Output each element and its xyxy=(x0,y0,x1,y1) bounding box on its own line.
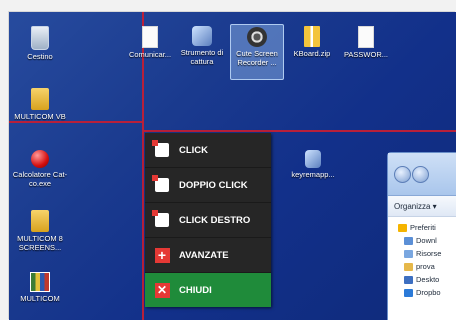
desktop-icon-keyremapp[interactable]: keyremapp... xyxy=(282,150,344,179)
desktop-icon-label: KBoard.zip xyxy=(293,49,331,58)
nav-item-prova[interactable]: prova xyxy=(398,260,456,273)
double-click-icon xyxy=(152,175,169,192)
plus-icon: + xyxy=(154,247,170,263)
screen-frame: Cestino MULTICOM VB Calcolatore Cat-co.e… xyxy=(9,12,456,320)
document-icon xyxy=(358,26,374,48)
menu-item-right-click[interactable]: CLICK DESTRO xyxy=(145,203,271,238)
nav-item-favorites[interactable]: Preferiti xyxy=(398,221,456,234)
desktop-icon-label: MULTICOM 8 SCREENS... xyxy=(17,234,63,252)
forward-arrow-icon[interactable] xyxy=(412,166,429,183)
download-folder-icon xyxy=(404,236,413,245)
desktop-icon-cestino[interactable]: Cestino xyxy=(9,26,71,61)
resources-icon xyxy=(404,249,413,258)
desktop-icon-multicom-vb[interactable]: MULTICOM VB xyxy=(9,88,71,121)
desktop-icon-label: Cute Screen Recorder ... xyxy=(236,49,278,67)
dropbox-icon xyxy=(404,288,413,297)
film-reel-icon xyxy=(247,27,267,47)
single-click-icon xyxy=(152,140,169,157)
close-icon: ✕ xyxy=(154,282,170,298)
red-ball-icon xyxy=(31,150,49,168)
desktop-icon-strumento[interactable]: Strumento di cattura xyxy=(171,26,233,66)
desktop-icon-passwor[interactable]: PASSWOR... xyxy=(335,26,397,59)
desktop-icon-multicom[interactable]: MULTICOM xyxy=(9,272,71,303)
nav-item-resources[interactable]: Risorse xyxy=(398,247,456,260)
desktop-icon-label: Calcolatore Cat-co.exe xyxy=(12,170,68,188)
folder-icon xyxy=(31,210,49,232)
zip-archive-icon xyxy=(304,26,320,47)
menu-item-advanced[interactable]: + AVANZATE xyxy=(145,238,271,273)
menu-item-label: DOPPIO CLICK xyxy=(179,179,248,191)
desktop-icon-label: Comunicar... xyxy=(128,50,172,59)
folder-icon xyxy=(31,88,49,110)
desktop-icon xyxy=(404,275,413,284)
desktop-icon-label: MULTICOM VB xyxy=(14,112,66,121)
recycle-bin-icon xyxy=(31,26,49,50)
desktop-icon-label: PASSWOR... xyxy=(343,50,389,59)
desktop-icon-cute[interactable]: Cute Screen Recorder ... xyxy=(230,24,284,80)
back-arrow-icon[interactable] xyxy=(394,166,411,183)
nav-item-downloads[interactable]: Downl xyxy=(398,234,456,247)
desktop-icon-multicom-8[interactable]: MULTICOM 8 SCREENS... xyxy=(9,210,71,252)
snipping-tool-icon xyxy=(192,26,212,46)
context-menu: CLICK DOPPIO CLICK CLICK DESTRO + AVANZA… xyxy=(145,133,271,307)
grid-line-horizontal-left xyxy=(9,121,142,123)
folder-icon xyxy=(404,262,413,271)
desktop-icon-label: Cestino xyxy=(27,52,53,61)
keyboard-app-icon xyxy=(305,150,321,168)
menu-item-label: CHIUDI xyxy=(179,284,212,296)
nav-item-desktop[interactable]: Deskto xyxy=(398,273,456,286)
explorer-window: Organizza ▾ Preferiti Downl Risorse prov… xyxy=(387,152,456,320)
document-icon xyxy=(142,26,158,48)
desktop-icon-kboard[interactable]: KBoard.zip xyxy=(281,26,343,58)
right-click-icon xyxy=(152,210,169,227)
star-icon xyxy=(398,223,407,232)
desktop-icon-calcolatore[interactable]: Calcolatore Cat-co.exe xyxy=(9,150,71,188)
nav-item-dropbox[interactable]: Dropbo xyxy=(398,286,456,299)
menu-item-label: AVANZATE xyxy=(179,249,229,261)
menu-item-close[interactable]: ✕ CHIUDI xyxy=(145,273,271,307)
explorer-nav-pane: Preferiti Downl Risorse prova Deskto Dro… xyxy=(388,217,456,299)
organize-menu[interactable]: Organizza ▾ xyxy=(394,202,437,211)
desktop-icon-label: MULTICOM xyxy=(20,294,60,303)
desktop-icon-label: Strumento di cattura xyxy=(180,48,224,66)
menu-item-label: CLICK DESTRO xyxy=(179,214,251,226)
grid-line-horizontal-right xyxy=(142,130,456,132)
app-tile-icon xyxy=(30,272,50,292)
explorer-title-bar xyxy=(388,153,456,196)
explorer-toolbar: Organizza ▾ xyxy=(388,196,456,217)
menu-item-click[interactable]: CLICK xyxy=(145,133,271,168)
desktop-icon-label: keyremapp... xyxy=(291,170,335,179)
menu-item-double-click[interactable]: DOPPIO CLICK xyxy=(145,168,271,203)
menu-item-label: CLICK xyxy=(179,144,209,156)
